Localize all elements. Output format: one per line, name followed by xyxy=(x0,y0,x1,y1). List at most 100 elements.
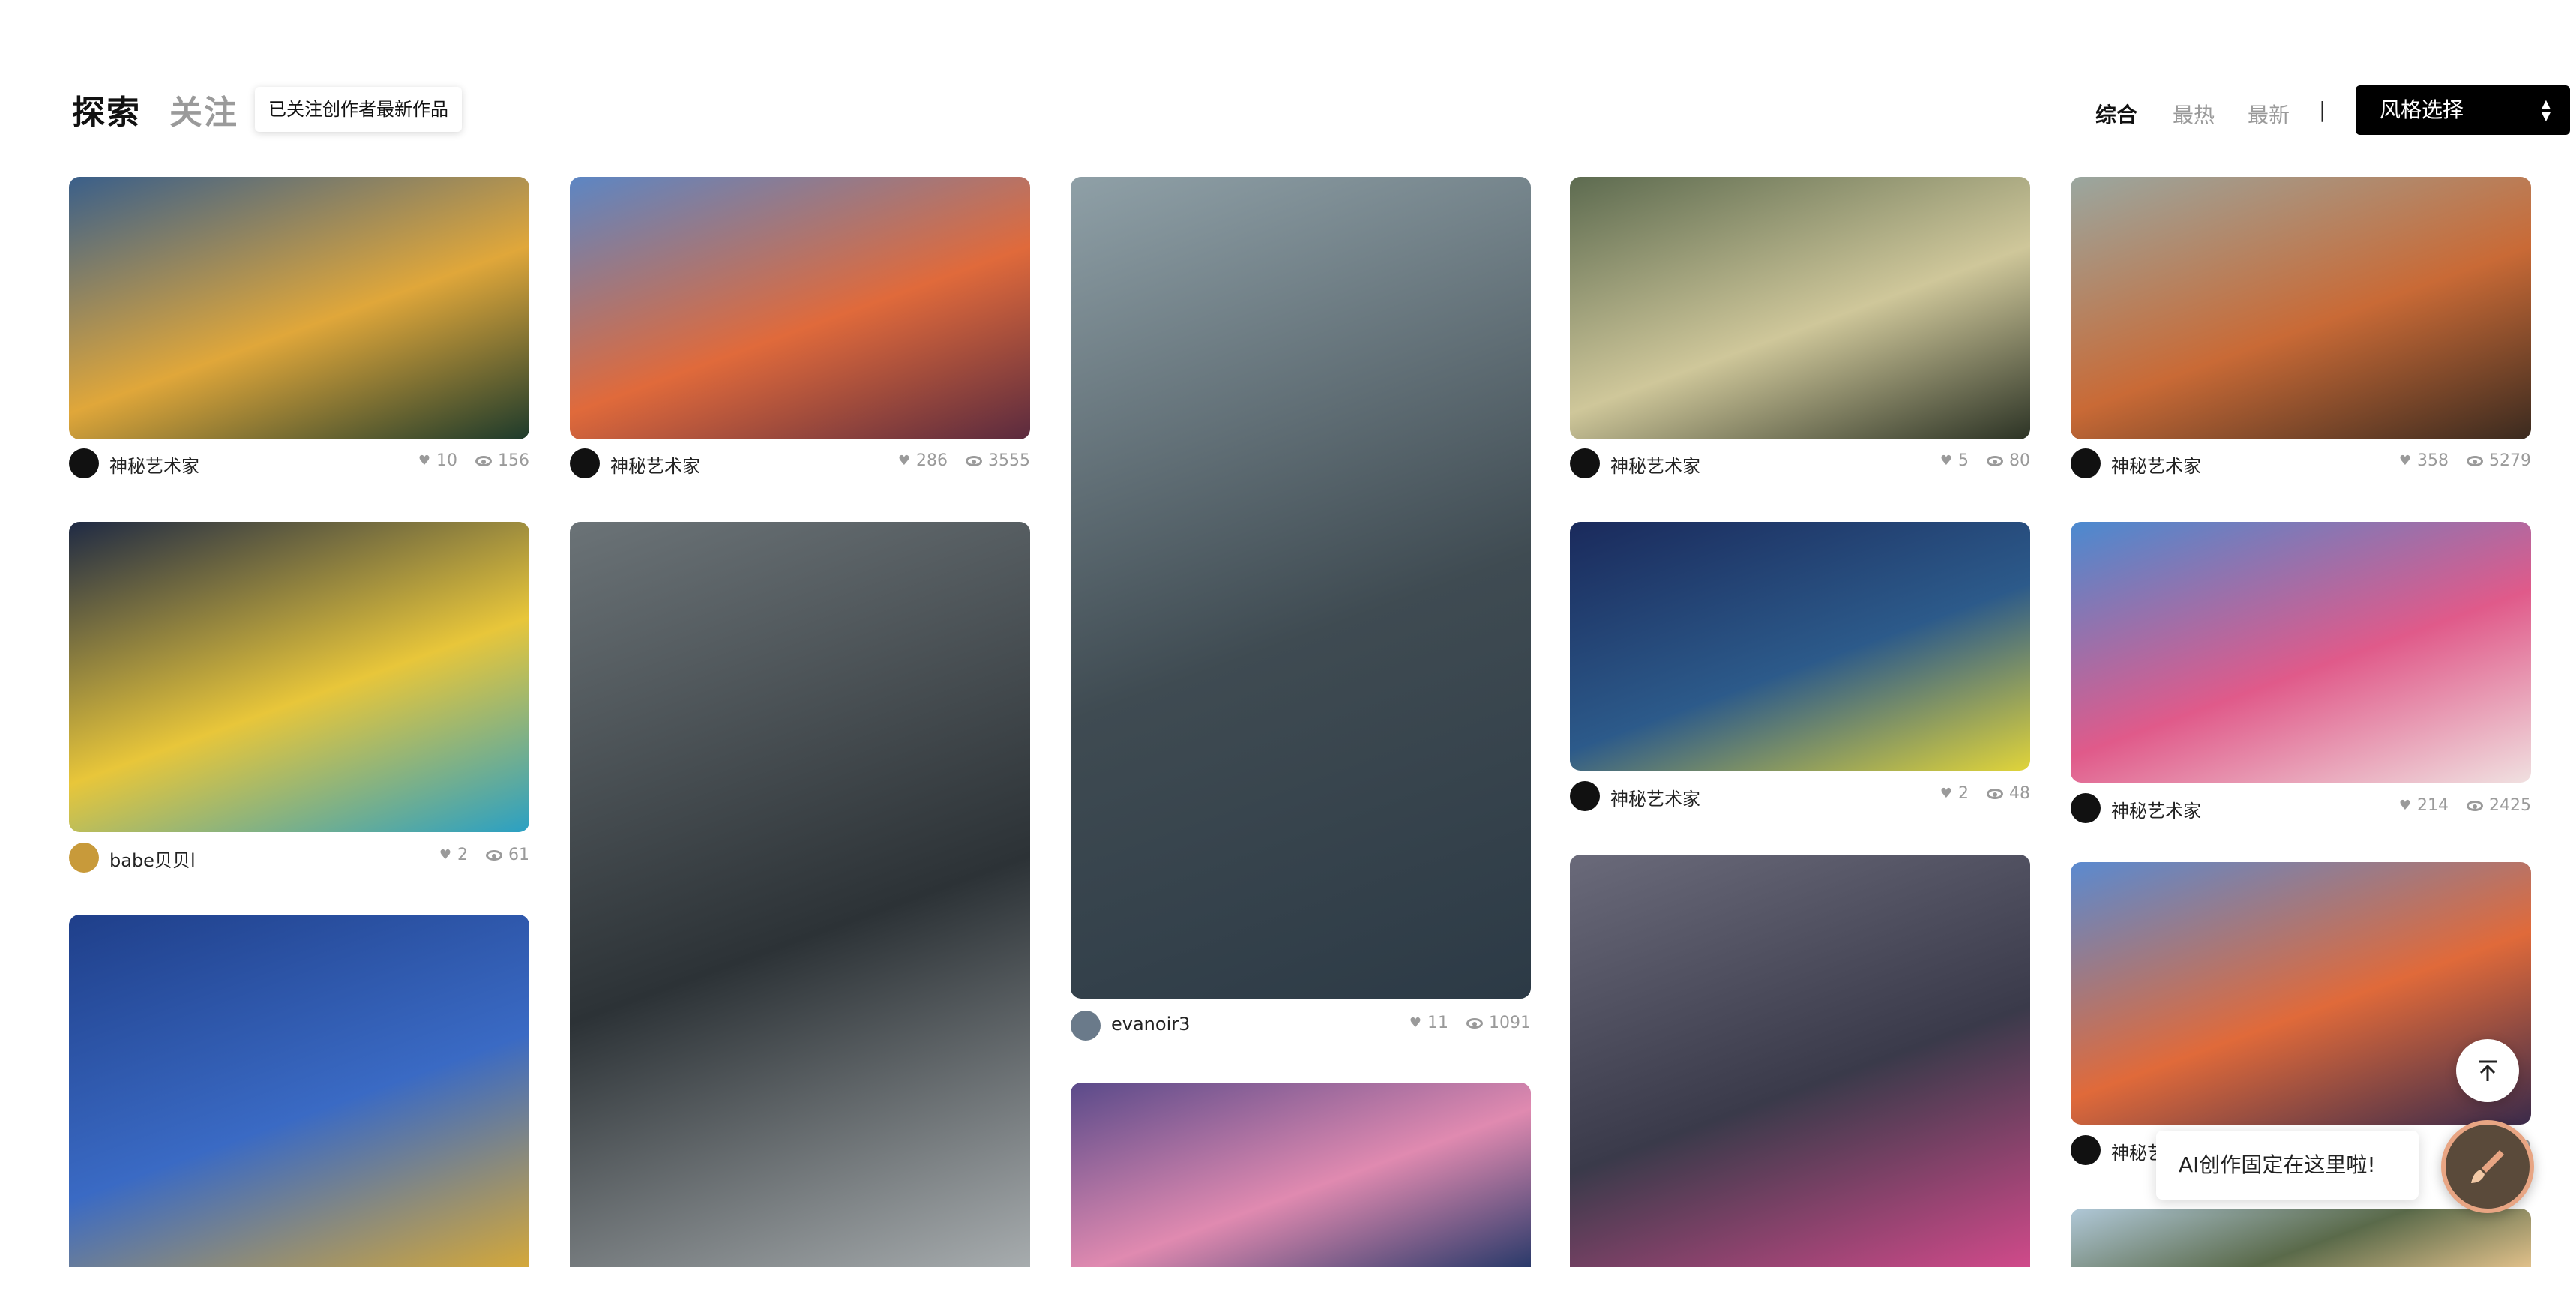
card-stats: ♥ 286 3555 xyxy=(898,451,1030,470)
view-count: 5279 xyxy=(2489,451,2531,470)
author-name[interactable]: babe贝贝l xyxy=(109,846,196,872)
avatar[interactable] xyxy=(1570,448,1600,478)
like-count: 2 xyxy=(457,846,468,864)
like-count: 2 xyxy=(1958,784,1969,803)
card-meta: 神秘艺术家 ♥ 214 2425 xyxy=(2071,793,2531,823)
author-name[interactable]: 神秘艺术家 xyxy=(1610,784,1700,810)
artwork-card[interactable] xyxy=(1570,855,2030,1267)
eye-icon xyxy=(486,849,502,861)
card-stats: ♥ 2 61 xyxy=(439,846,529,864)
author-name[interactable]: 神秘艺术家 xyxy=(109,451,199,478)
like-count: 10 xyxy=(436,451,457,470)
ai-create-button[interactable] xyxy=(2441,1120,2534,1213)
eye-icon xyxy=(1466,1017,1483,1029)
avatar[interactable] xyxy=(1071,1011,1101,1041)
avatar[interactable] xyxy=(69,448,99,478)
artwork-image[interactable] xyxy=(1570,177,2030,439)
artwork-card[interactable]: 神秘艺术家 ♥ 2 48 xyxy=(1570,522,2030,814)
artwork-card[interactable]: 神秘艺术家 ♥ 286 3555 xyxy=(570,177,1030,478)
like-count: 286 xyxy=(916,451,948,470)
bottom-fade xyxy=(0,1267,2576,1306)
sort-hottest[interactable]: 最热 xyxy=(2173,99,2215,129)
artwork-card[interactable] xyxy=(2071,1209,2531,1267)
view-count: 48 xyxy=(2009,784,2030,803)
author-name[interactable]: 神秘艺术家 xyxy=(1610,451,1700,478)
avatar[interactable] xyxy=(69,843,99,873)
artwork-image[interactable] xyxy=(1570,522,2030,771)
like-count: 214 xyxy=(2417,796,2449,815)
artwork-image[interactable] xyxy=(2071,177,2531,439)
eye-icon xyxy=(1987,788,2003,799)
artwork-card[interactable] xyxy=(69,915,529,1267)
artwork-image[interactable] xyxy=(570,522,1030,1267)
artwork-card[interactable]: 神秘艺术家 ♥ 214 2425 xyxy=(2071,522,2531,826)
artwork-card[interactable]: evanoir3 ♥ 11 1091 xyxy=(1071,177,1531,1041)
sort-caret-icon: ▲ ▼ xyxy=(2541,97,2551,123)
ai-create-tip: AI创作固定在这里啦! xyxy=(2156,1131,2419,1200)
page-header: 探索 关注 已关注创作者最新作品 综合 最热 最新 | 风格选择 ▲ ▼ xyxy=(69,82,2570,142)
card-meta: 神秘艺术家 ♥ 358 5279 xyxy=(2071,448,2531,478)
artwork-image[interactable] xyxy=(570,177,1030,439)
artwork-image[interactable] xyxy=(2071,1209,2531,1267)
heart-icon: ♥ xyxy=(439,847,451,863)
tab-explore[interactable]: 探索 xyxy=(72,85,141,133)
artwork-card[interactable]: 神秘艺术家 ♥ 10 156 xyxy=(69,177,529,478)
artwork-image[interactable] xyxy=(1071,1083,1531,1267)
card-stats: ♥ 214 2425 xyxy=(2399,796,2531,815)
heart-icon: ♥ xyxy=(897,453,910,469)
author-name[interactable]: 神秘艺术家 xyxy=(2111,451,2201,478)
back-to-top-button[interactable] xyxy=(2456,1039,2519,1102)
card-meta: 神秘艺术家 ♥ 10 156 xyxy=(69,448,529,478)
sort-divider: | xyxy=(2319,97,2326,122)
artwork-card[interactable] xyxy=(1071,1083,1531,1267)
arrow-up-icon xyxy=(2479,1060,2497,1081)
artwork-card[interactable]: 神秘艺术家 ♥ 358 5279 xyxy=(2071,177,2531,478)
artwork-card[interactable]: babe贝贝l ♥ 2 61 xyxy=(69,522,529,873)
eye-icon xyxy=(1987,455,2003,466)
card-meta: babe贝贝l ♥ 2 61 xyxy=(69,843,529,873)
follow-tooltip: 已关注创作者最新作品 xyxy=(255,87,462,132)
view-count: 80 xyxy=(2009,451,2030,470)
sort-newest[interactable]: 最新 xyxy=(2248,99,2290,129)
author-name[interactable]: 神秘艺术家 xyxy=(610,451,700,478)
artwork-image[interactable] xyxy=(1570,855,2030,1267)
heart-icon: ♥ xyxy=(2398,798,2411,813)
paintbrush-icon xyxy=(2471,1150,2504,1183)
artwork-image[interactable] xyxy=(69,522,529,832)
artwork-image[interactable] xyxy=(1071,177,1531,999)
card-stats: ♥ 2 48 xyxy=(1940,784,2030,803)
view-count: 3555 xyxy=(988,451,1030,470)
card-stats: ♥ 5 80 xyxy=(1940,451,2030,470)
card-stats: ♥ 10 156 xyxy=(418,451,529,470)
artwork-card[interactable]: 神秘艺 170 xyxy=(2071,862,2531,1168)
eye-icon xyxy=(475,455,492,466)
card-meta: 神秘艺术家 ♥ 2 48 xyxy=(1570,781,2030,811)
avatar[interactable] xyxy=(570,448,600,478)
tab-follow[interactable]: 关注 xyxy=(169,85,238,133)
artwork-card[interactable]: 神秘艺术家 ♥ 5 80 xyxy=(1570,177,2030,478)
avatar[interactable] xyxy=(2071,1135,2101,1165)
heart-icon: ♥ xyxy=(2398,453,2411,469)
card-meta: evanoir3 ♥ 11 1091 xyxy=(1071,1011,1531,1041)
artwork-image[interactable] xyxy=(2071,522,2531,783)
avatar[interactable] xyxy=(2071,448,2101,478)
author-name[interactable]: evanoir3 xyxy=(1111,1014,1190,1035)
eye-icon xyxy=(2467,800,2483,811)
artwork-image[interactable] xyxy=(69,177,529,439)
style-select-button[interactable]: 风格选择 ▲ ▼ xyxy=(2356,85,2570,135)
view-count: 61 xyxy=(508,846,529,864)
view-count: 1091 xyxy=(1489,1014,1531,1032)
author-name[interactable]: 神秘艺术家 xyxy=(2111,796,2201,822)
heart-icon: ♥ xyxy=(1409,1015,1421,1031)
heart-icon: ♥ xyxy=(1939,786,1952,801)
view-count: 2425 xyxy=(2489,796,2531,815)
artwork-card[interactable] xyxy=(570,522,1030,1267)
avatar[interactable] xyxy=(2071,793,2101,823)
artwork-image[interactable] xyxy=(69,915,529,1267)
avatar[interactable] xyxy=(1570,781,1600,811)
style-select-label: 风格选择 xyxy=(2380,97,2464,122)
like-count: 358 xyxy=(2417,451,2449,470)
eye-icon xyxy=(966,455,982,466)
like-count: 11 xyxy=(1427,1014,1448,1032)
sort-comprehensive[interactable]: 综合 xyxy=(2095,99,2137,129)
